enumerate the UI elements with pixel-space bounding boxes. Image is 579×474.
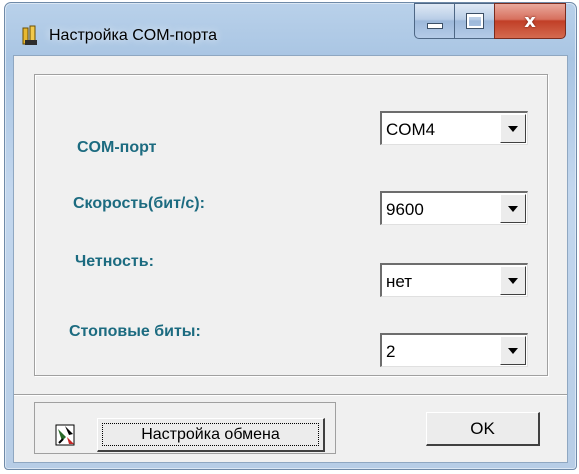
minimize-button[interactable] bbox=[414, 3, 454, 39]
parity-label: Четность: bbox=[75, 253, 154, 270]
close-button[interactable]: x bbox=[494, 3, 566, 39]
chevron-down-icon bbox=[508, 205, 518, 212]
stop-bits-select[interactable]: 2 bbox=[380, 333, 528, 367]
caption-buttons: x bbox=[414, 3, 566, 39]
parity-value: нет bbox=[386, 272, 413, 291]
app-icon bbox=[21, 25, 41, 47]
title-bar[interactable]: Настройка COM-порта x bbox=[5, 3, 576, 53]
baud-rate-label: Скорость(бит/с): bbox=[73, 195, 205, 212]
window-title: Настройка COM-порта bbox=[49, 27, 218, 44]
ok-button-label: OK bbox=[470, 418, 495, 438]
chevron-down-icon bbox=[508, 277, 518, 284]
com-port-value: COM4 bbox=[386, 120, 436, 139]
port-settings-group: COM-порт COM4 Скорость(бит/с): 9600 Четн… bbox=[34, 74, 548, 376]
com-port-dropdown-button[interactable] bbox=[500, 114, 526, 143]
exchange-settings-group: Настройка обмена bbox=[34, 402, 336, 454]
parity-select[interactable]: нет bbox=[380, 263, 528, 297]
dialog-window: Настройка COM-порта x COM-порт COM4 Скор… bbox=[4, 2, 577, 470]
baud-rate-select[interactable]: 9600 bbox=[380, 191, 528, 225]
parity-dropdown-button[interactable] bbox=[500, 266, 526, 295]
com-port-select[interactable]: COM4 bbox=[380, 111, 528, 145]
chevron-down-icon bbox=[508, 347, 518, 354]
maximize-icon bbox=[465, 13, 484, 29]
maximize-button[interactable] bbox=[454, 3, 494, 39]
com-port-label: COM-порт bbox=[77, 139, 157, 156]
ok-button[interactable]: OK bbox=[426, 412, 540, 446]
dialog-client-area: COM-порт COM4 Скорость(бит/с): 9600 Четн… bbox=[13, 55, 568, 463]
minimize-icon bbox=[426, 23, 443, 29]
close-icon: x bbox=[524, 10, 536, 32]
stop-bits-value: 2 bbox=[386, 342, 396, 361]
baud-rate-value: 9600 bbox=[386, 200, 424, 219]
separator bbox=[14, 394, 567, 396]
baud-rate-dropdown-button[interactable] bbox=[500, 194, 526, 223]
chevron-down-icon bbox=[508, 125, 518, 132]
stop-bits-dropdown-button[interactable] bbox=[500, 336, 526, 365]
exchange-settings-icon bbox=[55, 423, 77, 447]
focus-rectangle bbox=[102, 423, 319, 446]
exchange-settings-button[interactable]: Настройка обмена bbox=[97, 418, 325, 452]
stop-bits-label: Стоповые биты: bbox=[69, 323, 201, 340]
